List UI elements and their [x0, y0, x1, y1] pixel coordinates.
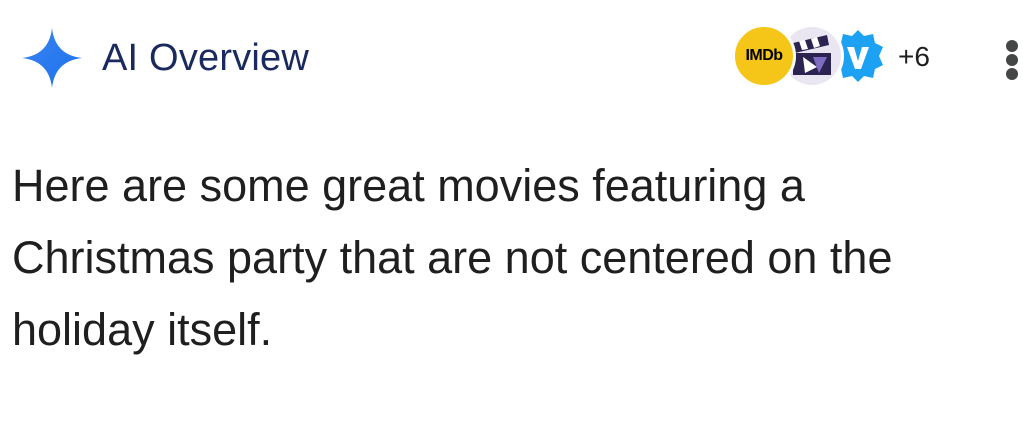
overview-line: Here are some great movies featuring a — [12, 160, 805, 211]
ai-overview-header: AI Overview IMDb +6 — [0, 0, 1024, 118]
overview-line: holiday itself. — [12, 304, 273, 355]
ai-overview-title: AI Overview — [102, 37, 310, 79]
gemini-sparkle-icon — [22, 28, 82, 88]
ai-overview-panel: AI Overview IMDb +6 Here are some great … — [0, 0, 1024, 423]
source-favicons[interactable]: IMDb +6 — [732, 24, 952, 92]
imdb-logo-text: IMDb — [745, 47, 783, 64]
overview-text: Here are some great movies featuring a C… — [12, 150, 1022, 366]
more-vert-icon[interactable] — [1006, 40, 1020, 80]
imdb-logo-icon[interactable]: IMDb — [732, 24, 796, 88]
overview-line: Christmas party that are not centered on… — [12, 232, 893, 283]
more-sources-count[interactable]: +6 — [898, 40, 930, 74]
